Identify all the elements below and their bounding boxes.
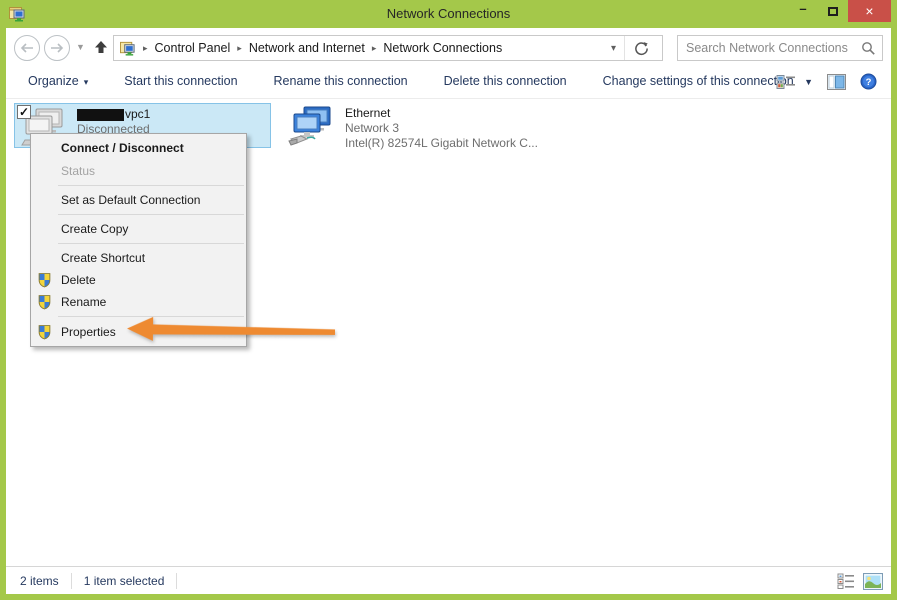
back-button[interactable] (14, 35, 40, 61)
file-list-area[interactable]: ✓ vpc1 Disconnected (6, 99, 891, 566)
status-bar: 2 items 1 item selected (6, 566, 891, 594)
large-icons-view-icon[interactable] (863, 573, 883, 590)
close-button[interactable]: × (848, 0, 891, 22)
ethernet-name: Ethernet (345, 106, 538, 121)
menu-separator (58, 185, 244, 186)
search-icon[interactable] (861, 41, 876, 56)
navigation-bar: ▼ ▸ Control Panel ▸ Network and Internet… (6, 28, 891, 64)
uac-shield-icon (34, 273, 54, 288)
network-connections-window: Network Connections – × ▼ (0, 0, 897, 600)
delete-connection-button[interactable]: Delete this connection (444, 74, 567, 88)
items-count: 2 items (20, 574, 59, 588)
menu-separator (58, 243, 244, 244)
command-toolbar: Organize▾ Start this connection Rename t… (6, 64, 891, 99)
recent-pages-chevron-icon[interactable]: ▼ (76, 42, 85, 52)
search-box[interactable] (677, 35, 883, 61)
orange-left-arrow-icon (125, 314, 337, 350)
view-dropdown-chevron-icon[interactable]: ▼ (804, 77, 813, 87)
vpn-connection-name: vpc1 (77, 107, 150, 122)
details-view-icon[interactable] (837, 573, 855, 589)
svg-text:?: ? (866, 77, 872, 88)
help-icon[interactable]: ? (860, 73, 877, 90)
refresh-icon[interactable] (625, 41, 658, 56)
window-border-right (891, 28, 897, 594)
menu-item-create-shortcut[interactable]: Create Shortcut (31, 247, 246, 269)
selection-count: 1 item selected (84, 574, 165, 588)
address-bar[interactable]: ▸ Control Panel ▸ Network and Internet ▸… (113, 35, 663, 61)
start-connection-button[interactable]: Start this connection (124, 74, 237, 88)
status-divider (176, 573, 177, 589)
menu-separator (58, 214, 244, 215)
change-settings-button[interactable]: Change settings of this connection (603, 74, 794, 88)
ethernet-network: Network 3 (345, 121, 538, 136)
ethernet-adapter: Intel(R) 82574L Gigabit Network C... (345, 136, 538, 151)
window-title: Network Connections (0, 0, 897, 28)
location-icon (120, 40, 136, 56)
organize-button[interactable]: Organize▾ (28, 74, 88, 88)
breadcrumb-network-and-internet[interactable]: Network and Internet (249, 41, 365, 55)
address-dropdown-chevron-icon[interactable]: ▾ (603, 43, 624, 54)
menu-item-connect-disconnect[interactable]: Connect / Disconnect (31, 136, 246, 160)
menu-item-status: Status (31, 160, 246, 182)
window-border-bottom (0, 594, 897, 600)
breadcrumb-network-connections[interactable]: Network Connections (383, 41, 502, 55)
ethernet-connection-icon (287, 105, 335, 149)
up-button[interactable] (94, 40, 108, 57)
maximize-button[interactable] (818, 0, 848, 22)
minimize-button[interactable]: – (788, 0, 818, 22)
uac-shield-icon (34, 325, 54, 340)
connection-item-ethernet[interactable]: Ethernet Network 3 Intel(R) 82574L Gigab… (283, 103, 553, 151)
redacted-name-block (77, 109, 124, 121)
breadcrumb-control-panel[interactable]: Control Panel (155, 41, 231, 55)
change-view-icon[interactable] (776, 74, 796, 90)
breadcrumb-chevron-icon[interactable]: ▸ (136, 43, 155, 54)
breadcrumb-chevron-icon[interactable]: ▸ (365, 43, 384, 54)
menu-item-create-copy[interactable]: Create Copy (31, 218, 246, 240)
menu-item-rename[interactable]: Rename (31, 291, 246, 313)
menu-item-delete[interactable]: Delete (31, 269, 246, 291)
status-divider (71, 573, 72, 589)
preview-pane-icon[interactable] (827, 74, 846, 90)
uac-shield-icon (34, 295, 54, 310)
menu-item-set-default[interactable]: Set as Default Connection (31, 189, 246, 211)
forward-button[interactable] (44, 35, 70, 61)
breadcrumb-chevron-icon[interactable]: ▸ (230, 43, 249, 54)
chevron-down-icon: ▾ (84, 77, 89, 87)
search-input[interactable] (686, 41, 861, 55)
item-checkbox[interactable]: ✓ (17, 105, 31, 119)
rename-connection-button[interactable]: Rename this connection (274, 74, 408, 88)
